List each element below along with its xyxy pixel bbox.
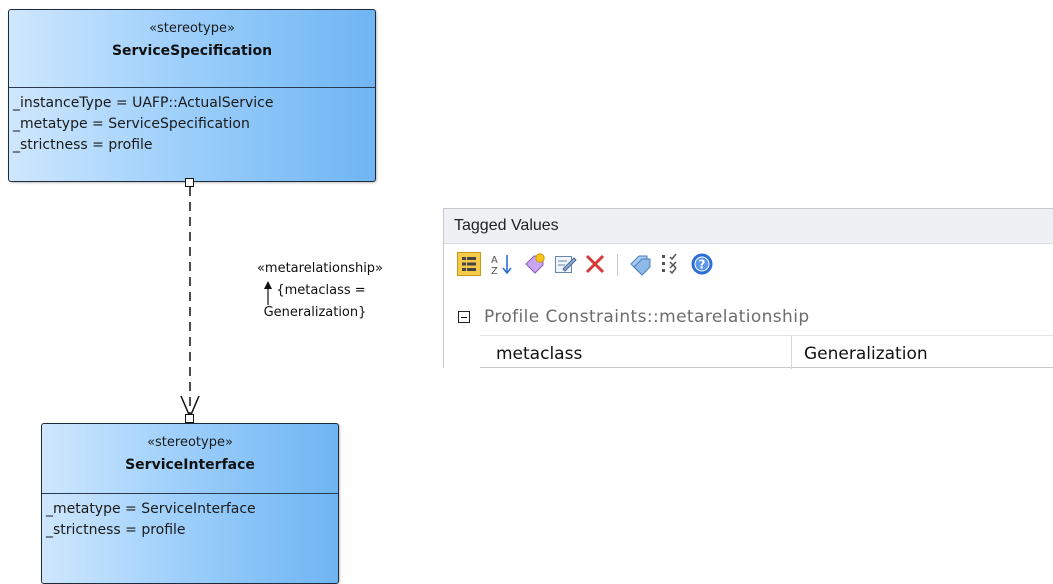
connector-label[interactable]: «metarelationship» {metaclass = Generali… bbox=[220, 258, 420, 324]
svg-text:A: A bbox=[491, 255, 498, 266]
toolbar-separator bbox=[617, 254, 618, 276]
panel-title: Tagged Values bbox=[444, 209, 1053, 244]
connector-constraint-line1: {metaclass = bbox=[276, 283, 366, 298]
delete-tag-icon[interactable] bbox=[583, 252, 607, 276]
edit-notes-icon[interactable] bbox=[553, 252, 577, 276]
new-tag-icon[interactable] bbox=[523, 252, 547, 276]
column-divider bbox=[791, 335, 792, 369]
tagged-value-row[interactable]: metaclass Generalization bbox=[444, 335, 1053, 369]
connector-stereotype: «metarelationship» bbox=[256, 261, 384, 276]
tag-set-icon[interactable] bbox=[629, 252, 653, 276]
help-icon[interactable]: ? bbox=[690, 252, 714, 276]
collapse-toggle-icon[interactable] bbox=[458, 311, 470, 323]
group-by-category-icon[interactable] bbox=[457, 252, 481, 276]
tag-group-label: Profile Constraints::metarelationship bbox=[484, 307, 810, 327]
row-indent bbox=[444, 335, 480, 369]
svg-text:Z: Z bbox=[491, 266, 498, 276]
tagged-values-toolbar: A Z ? bbox=[444, 244, 1053, 288]
tag-value-cell[interactable]: Generalization bbox=[804, 344, 928, 364]
connector-constraint-line2: Generalization} bbox=[263, 305, 367, 320]
connector-source-handle[interactable] bbox=[185, 178, 194, 187]
svg-text:?: ? bbox=[699, 258, 706, 272]
connector-target-handle[interactable] bbox=[185, 414, 194, 423]
show-inherited-icon[interactable] bbox=[659, 252, 683, 276]
tag-name-cell: metaclass bbox=[496, 344, 583, 364]
sort-alphabetically-icon[interactable]: A Z bbox=[490, 252, 514, 276]
tag-group-row[interactable]: Profile Constraints::metarelationship bbox=[444, 305, 1053, 333]
tagged-values-panel: Tagged Values A Z ? Profile Constraints:… bbox=[443, 208, 1053, 369]
